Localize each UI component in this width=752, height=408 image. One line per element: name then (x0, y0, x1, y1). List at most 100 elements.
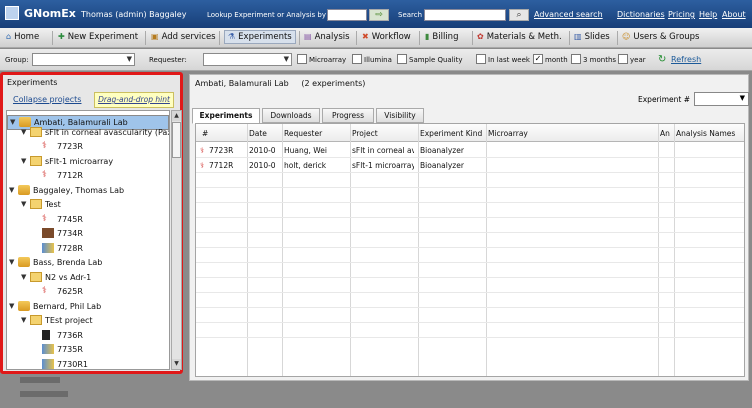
tab-visibility[interactable]: Visibility (376, 108, 424, 123)
search-button[interactable]: ⌕ (509, 9, 529, 21)
year-label: year (630, 56, 646, 64)
table-cell[interactable]: 7712R (209, 161, 250, 170)
last-week-checkbox[interactable] (476, 54, 486, 64)
table-cell[interactable]: Bioanalyzer (420, 146, 482, 155)
table-cell[interactable]: 2010-0 (249, 161, 278, 170)
tree-toggle-icon[interactable]: ▼ (21, 200, 29, 208)
nav-divider (356, 31, 357, 45)
month-checkbox[interactable]: ✓ (533, 54, 543, 64)
project-folder-icon (30, 126, 42, 137)
pricing-link[interactable]: Pricing (668, 10, 695, 19)
tree-toggle-icon[interactable]: ▼ (21, 128, 29, 136)
illumina-checkbox[interactable] (352, 54, 362, 64)
nav-slides[interactable]: ▥ Slides (574, 32, 610, 42)
nav-materials-methods[interactable]: ✿ Materials & Meth. (477, 32, 562, 42)
tree-item[interactable]: ⚕ 7723R (7, 140, 169, 155)
tree-item[interactable]: ▼ Test (7, 198, 169, 213)
tree-item[interactable]: ▼ sFlt in corneal avascularity (Paxo (7, 126, 169, 141)
tree-item[interactable]: 7734R (7, 227, 169, 242)
nav-billing[interactable]: ▮ Billing (425, 32, 458, 42)
microarray-checkbox[interactable] (297, 54, 307, 64)
tree-item[interactable]: 7736R (7, 329, 169, 344)
table-cell[interactable]: 2010-0 (249, 146, 278, 155)
experiment-number-select[interactable]: ▼ (694, 92, 749, 106)
tree-item-label: Baggaley, Thomas Lab (33, 185, 125, 195)
hidden-tree-item (20, 377, 60, 383)
tree-toggle-icon[interactable]: ▼ (21, 157, 29, 165)
tree-item-label: 7735R (57, 345, 83, 354)
scroll-down-icon[interactable]: ▼ (172, 359, 181, 369)
table-cell[interactable]: Bioanalyzer (420, 161, 482, 170)
drag-drop-hint[interactable]: Drag-and-drop hint (94, 92, 174, 108)
column-header[interactable]: An (660, 129, 670, 138)
tab-experiments[interactable]: Experiments (192, 108, 260, 124)
column-header[interactable]: # (202, 129, 208, 138)
dictionaries-link[interactable]: Dictionaries (617, 10, 665, 19)
nav-add-services[interactable]: ▣ Add services (151, 32, 216, 42)
tab-progress[interactable]: Progress (322, 108, 374, 123)
refresh-link[interactable]: Refresh (671, 55, 701, 64)
tree-item[interactable]: 7735R (7, 343, 169, 358)
tree-toggle-icon[interactable]: ▼ (21, 273, 29, 281)
nav-divider (219, 31, 220, 45)
scroll-up-icon[interactable]: ▲ (172, 111, 181, 121)
sample-quality-checkbox[interactable] (397, 54, 407, 64)
group-select[interactable]: ▼ (32, 53, 135, 66)
search-input[interactable] (424, 9, 506, 21)
tree-item[interactable]: ▼ TEst project (7, 314, 169, 329)
year-checkbox[interactable] (618, 54, 628, 64)
table-cell[interactable]: 7723R (209, 146, 250, 155)
table-cell[interactable]: sFlt-1 microarray (352, 161, 414, 170)
project-folder-icon (30, 199, 42, 209)
tree-toggle-icon[interactable]: ▼ (21, 316, 29, 324)
tree-item[interactable]: ⚕ 7712R (7, 169, 169, 184)
requester-select[interactable]: ▼ (203, 53, 292, 66)
nav-analysis[interactable]: ▤ Analysis (304, 32, 350, 42)
table-cell[interactable]: Huang, Wei (284, 146, 346, 155)
about-link[interactable]: About (722, 10, 746, 19)
column-header[interactable]: Requester (284, 129, 322, 138)
requester-label: Requester: (149, 56, 187, 64)
advanced-search-link[interactable]: Advanced search (534, 10, 603, 19)
tree-item[interactable]: ▼ Bass, Brenda Lab (7, 256, 169, 271)
tree-toggle-icon[interactable]: ▼ (9, 186, 17, 194)
tree-toggle-icon[interactable]: ▼ (9, 302, 17, 310)
nav-users-groups[interactable]: ☺ Users & Groups (622, 32, 699, 42)
experiment-icon: ⚕ (42, 141, 47, 151)
tree-item[interactable]: ▼ Bernard, Phil Lab (7, 300, 169, 315)
table-cell[interactable]: sFlt in corneal av (352, 146, 414, 155)
row-divider (196, 262, 744, 263)
tab-downloads[interactable]: Downloads (262, 108, 320, 123)
column-header[interactable]: Microarray (488, 129, 528, 138)
lookup-input[interactable] (327, 9, 367, 21)
nav-workflow[interactable]: ✖ Workflow (362, 32, 411, 42)
nav-home[interactable]: ⌂ Home (6, 32, 39, 42)
lab-summary: Ambati, Balamurali Lab (2 experiments) (195, 79, 366, 88)
tree-item[interactable]: ▼ Baggaley, Thomas Lab (7, 184, 169, 199)
tree-item[interactable]: ▼ N2 vs Adr-1 (7, 271, 169, 286)
table-cell[interactable]: holt, derick (284, 161, 346, 170)
lookup-go-button[interactable]: ⇨ (369, 9, 389, 21)
lab-folder-icon (18, 300, 30, 311)
tree-scrollbar[interactable]: ▲ ▼ (171, 110, 182, 370)
tree-item[interactable]: ⚕ 7745R (7, 213, 169, 228)
hidden-tree-item (20, 391, 68, 397)
help-link[interactable]: Help (699, 10, 717, 19)
tree-item[interactable]: ▼ sFlt-1 microarray (7, 155, 169, 170)
tree-item[interactable]: ⚕ 7625R (7, 285, 169, 300)
nav-experiments[interactable]: ⚗ Experiments (224, 30, 296, 44)
tree-item[interactable]: 7728R (7, 242, 169, 257)
tree-toggle-icon[interactable]: ▼ (9, 258, 17, 266)
column-header[interactable]: Project (352, 129, 378, 138)
nav-new-experiment[interactable]: ✚ New Experiment (58, 32, 138, 42)
column-header[interactable]: Date (249, 129, 267, 138)
tree-item-label: TEst project (45, 316, 93, 325)
experiment-icon: ⚕ (200, 146, 205, 155)
row-divider (196, 337, 744, 338)
column-header[interactable]: Experiment Kind (420, 129, 482, 138)
collapse-projects-link[interactable]: Collapse projects (13, 95, 81, 104)
tree-item[interactable]: 7730R1 (7, 358, 169, 370)
three-months-checkbox[interactable] (571, 54, 581, 64)
column-header[interactable]: Analysis Names (676, 129, 735, 138)
scroll-thumb[interactable] (172, 122, 181, 158)
